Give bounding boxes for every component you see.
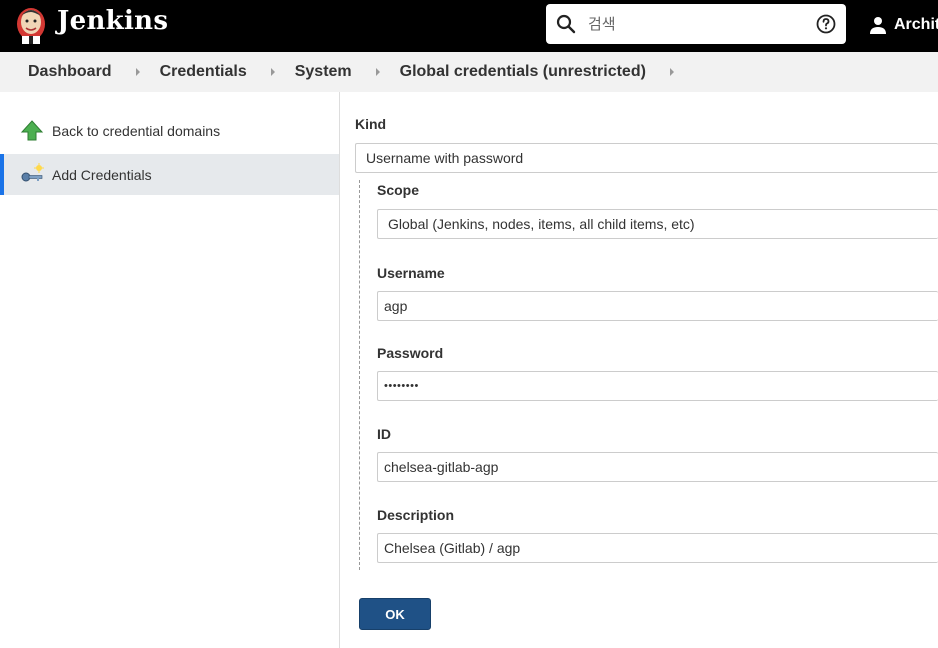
breadcrumb-global-credentials[interactable]: Global credentials (unrestricted) [400,63,646,81]
sidebar-item-label: Add Credentials [52,166,152,183]
username-label: Username [377,265,445,281]
user-icon [870,17,886,34]
username-field[interactable]: agp [377,291,938,321]
breadcrumb-system[interactable]: System [295,63,352,81]
id-label: ID [377,426,391,442]
kind-label: Kind [355,116,387,132]
password-field[interactable]: •••••••• [377,371,938,401]
search-icon [556,14,576,34]
ok-button[interactable]: OK [359,598,431,630]
user-name: Archit [894,16,938,33]
sidebar: Back to credential domains Add Credentia… [0,92,340,648]
breadcrumb: Dashboard Credentials System Global cred… [0,52,938,92]
description-label: Description [377,507,455,523]
description-field[interactable]: Chelsea (Gitlab) / agp [377,533,938,563]
section-divider [359,180,360,570]
sidebar-item-add-credentials[interactable]: Add Credentials [0,154,339,195]
sidebar-item-back-to-domains[interactable]: Back to credential domains [0,110,339,151]
breadcrumb-dashboard[interactable]: Dashboard [28,63,112,81]
search-box [546,4,846,44]
breadcrumb-chevron-icon[interactable] [270,68,275,76]
kind-select[interactable]: Username with password [355,143,938,173]
breadcrumb-chevron-icon[interactable] [375,68,380,76]
brand-title[interactable]: Jenkins [57,6,168,36]
top-bar: Jenkins Archit [0,0,938,52]
help-icon[interactable] [816,14,836,34]
user-menu[interactable]: Archit [868,14,938,36]
scope-select[interactable]: Global (Jenkins, nodes, items, all child… [377,209,938,239]
password-label: Password [377,345,444,361]
jenkins-logo-icon[interactable] [14,4,48,46]
breadcrumb-credentials[interactable]: Credentials [160,63,247,81]
breadcrumb-chevron-icon[interactable] [135,68,140,76]
up-arrow-icon [20,119,44,140]
sidebar-item-label: Back to credential domains [52,122,221,139]
scope-label: Scope [377,182,420,198]
key-icon [21,162,44,181]
search-input[interactable] [588,12,808,36]
id-field[interactable]: chelsea-gitlab-agp [377,452,938,482]
breadcrumb-chevron-icon[interactable] [669,68,674,76]
